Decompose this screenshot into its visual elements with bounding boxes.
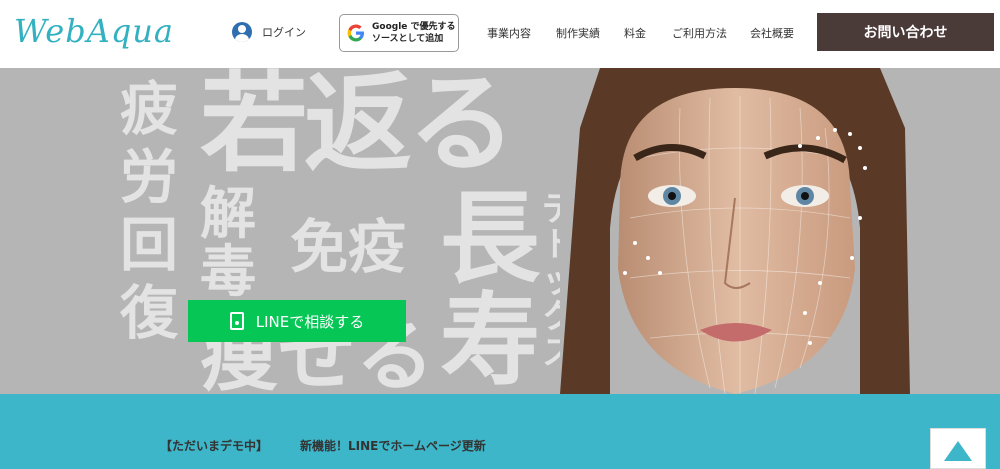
hero-word-gedoku-1: 解 — [200, 181, 256, 247]
news-bar: 【ただいまデモ中】 新機能！LINEでホームページ更新 — [0, 394, 1000, 469]
hero-word-wakagaeru: 若返る — [200, 68, 516, 187]
hero-word-gedoku-2: 毒 — [200, 239, 256, 305]
hero-word-chouju-1: 長 — [440, 179, 540, 297]
line-consult-label: LINEで相談する — [255, 312, 365, 331]
google-g-icon — [347, 24, 364, 42]
site-logo[interactable]: WebAqua — [14, 12, 174, 50]
line-consult-button[interactable]: LINEで相談する — [188, 300, 406, 342]
user-icon — [232, 22, 252, 42]
nav-company[interactable]: 会社概要 — [750, 25, 794, 41]
hero-banner: 疲 労 回 復 若返る 解 毒 免疫 長 寿 痩せる デ ト ッ ク ス LIN… — [0, 68, 1000, 394]
hero-face-image — [560, 68, 910, 394]
news-tag: 【ただいまデモ中】 — [160, 439, 269, 453]
google-preferred-source-button[interactable]: Google で優先する ソースとして追加 — [339, 14, 459, 52]
google-badge-line1: Google で優先する — [372, 22, 456, 32]
hero-word-hirou-1: 疲 — [120, 75, 179, 143]
back-to-top-button[interactable] — [930, 428, 986, 469]
nav-works[interactable]: 制作実績 — [556, 25, 600, 41]
google-badge-line2: ソースとして追加 — [372, 34, 444, 44]
google-badge-text: Google で優先する ソースとして追加 — [372, 21, 456, 45]
news-message-link[interactable]: 新機能！LINEでホームページ更新 — [300, 437, 486, 454]
phone-icon — [229, 312, 244, 330]
login-label: ログイン — [262, 26, 306, 39]
hero-word-hirou-4: 復 — [120, 279, 179, 347]
nav-pricing[interactable]: 料金 — [624, 25, 646, 41]
hero-word-hirou-3: 回 — [120, 211, 179, 279]
site-header: WebAqua ログイン Google で優先する ソースとして追加 事業内容 … — [0, 0, 1000, 68]
hero-word-hirou-2: 労 — [120, 143, 179, 211]
hero-word-chouju-2: 寿 — [440, 281, 540, 394]
login-link[interactable]: ログイン — [232, 22, 306, 42]
nav-how-to-use[interactable]: ご利用方法 — [672, 25, 727, 41]
hero-word-meneki: 免疫 — [290, 213, 407, 281]
nav-business[interactable]: 事業内容 — [487, 25, 531, 41]
contact-button[interactable]: お問い合わせ — [817, 13, 994, 51]
